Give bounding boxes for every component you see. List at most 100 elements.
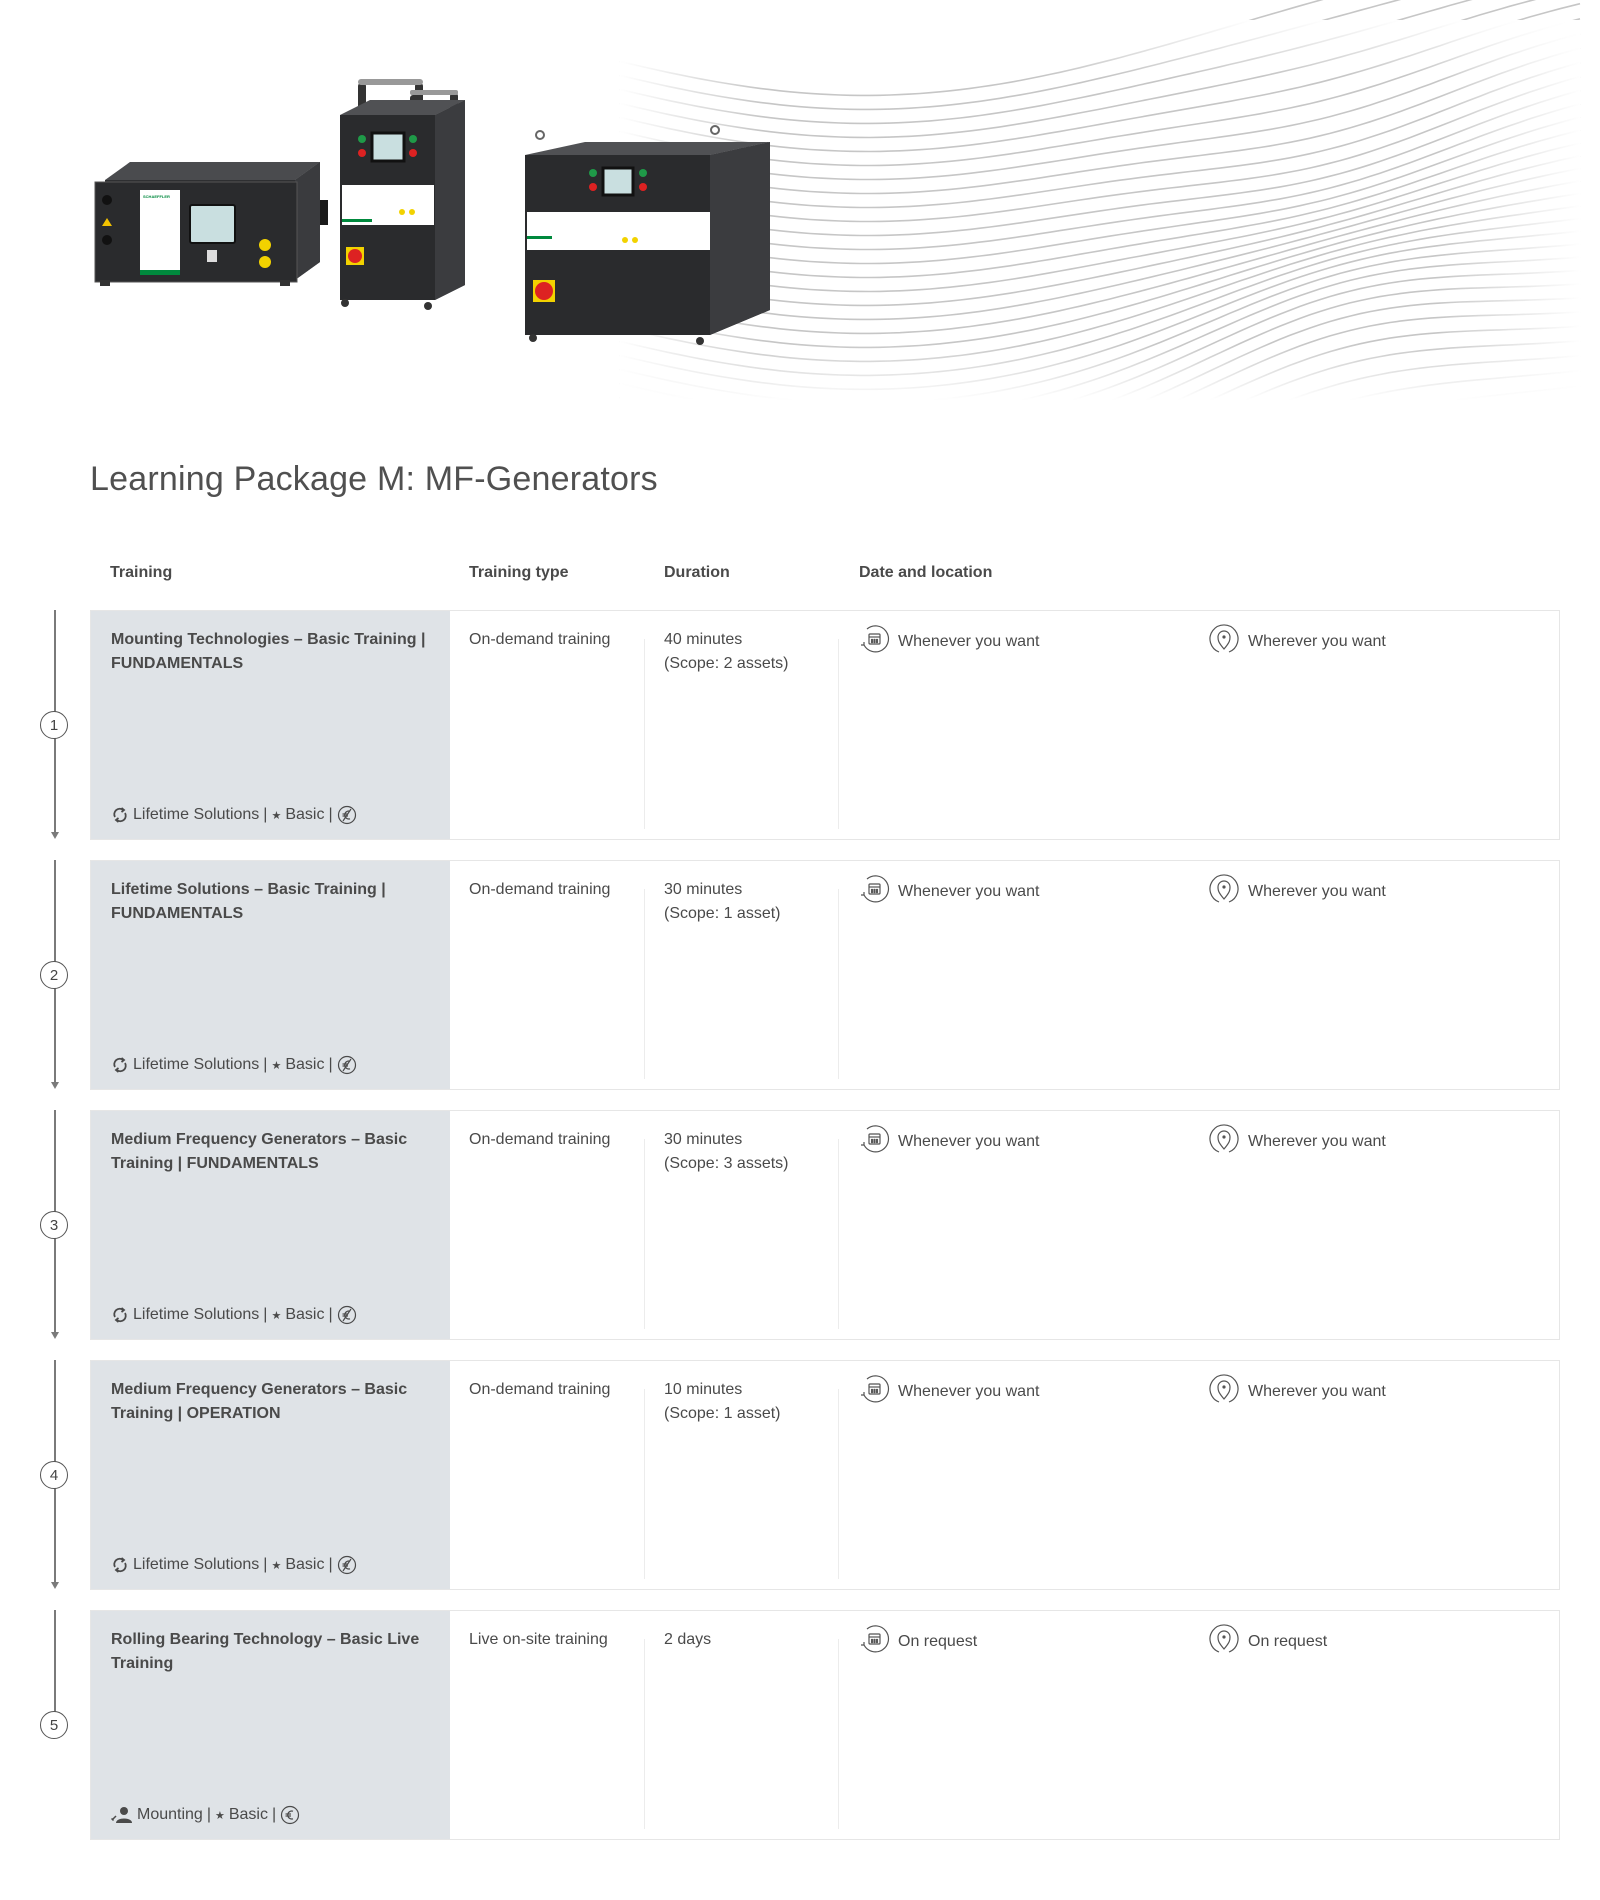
page-title: Learning Package M: MF-Generators: [90, 460, 658, 498]
column-divider: [644, 1389, 645, 1579]
date-info: Whenever you want: [858, 1123, 1039, 1160]
calendar-icon: [858, 1373, 890, 1410]
training-type: Live on-site training: [469, 1631, 608, 1648]
date-info: On request: [858, 1623, 977, 1660]
refresh-icon: [111, 1306, 129, 1324]
training-meta: Mounting | ★ Basic |: [110, 1805, 300, 1825]
duration-time: 40 minutes: [664, 631, 743, 648]
date-text: On request: [898, 1632, 978, 1650]
step-number: 5: [49, 1716, 59, 1734]
training-type: On-demand training: [469, 1381, 611, 1398]
training-type: On-demand training: [469, 1131, 611, 1148]
separator: |: [328, 1306, 333, 1323]
star-icon: ★: [271, 1309, 282, 1322]
date-text: Whenever you want: [898, 1382, 1040, 1400]
location-info: Wherever you want: [1208, 623, 1386, 660]
calendar-icon: [858, 1123, 890, 1160]
training-name[interactable]: Medium Frequency Generators – Basic Trai…: [111, 1378, 431, 1426]
step-number: 2: [49, 966, 59, 984]
date-text: Whenever you want: [898, 1132, 1040, 1150]
table-row[interactable]: Mounting Technologies – Basic Training |…: [90, 610, 1560, 840]
level-label: Basic: [285, 1556, 325, 1573]
training-name[interactable]: Rolling Bearing Technology – Basic Live …: [111, 1628, 431, 1676]
training-meta: Lifetime Solutions | ★ Basic |: [111, 1555, 357, 1575]
location-text: Wherever you want: [1248, 1132, 1386, 1150]
duration: 30 minutes (Scope: 3 assets): [664, 1128, 789, 1176]
generator-large: [525, 125, 770, 345]
star-icon: ★: [271, 1059, 282, 1072]
paid-euro-icon: [280, 1805, 300, 1825]
separator: |: [206, 1806, 211, 1823]
table-row[interactable]: Lifetime Solutions – Basic Training | FU…: [90, 860, 1560, 1090]
training-name[interactable]: Lifetime Solutions – Basic Training | FU…: [111, 878, 431, 926]
step-number-badge: 3: [40, 1211, 68, 1239]
training-type: On-demand training: [469, 631, 611, 648]
free-euro-icon: [337, 1055, 357, 1075]
training-name[interactable]: Mounting Technologies – Basic Training |…: [111, 628, 431, 676]
training-meta: Lifetime Solutions | ★ Basic |: [111, 1055, 357, 1075]
duration: 2 days: [664, 1628, 711, 1652]
calendar-icon: [858, 623, 890, 660]
free-euro-icon: [337, 805, 357, 825]
hero-image: SCHAEFFLER: [94, 0, 1581, 400]
location-pin-icon: [1208, 1623, 1240, 1660]
table-row[interactable]: Medium Frequency Generators – Basic Trai…: [90, 1360, 1560, 1590]
step-number-badge: 5: [40, 1711, 68, 1739]
free-euro-icon: [337, 1305, 357, 1325]
table-row[interactable]: Rolling Bearing Technology – Basic Live …: [90, 1610, 1560, 1840]
column-header-duration: Duration: [664, 564, 730, 581]
date-text: Whenever you want: [898, 632, 1040, 650]
location-pin-icon: [1208, 1373, 1240, 1410]
location-info: Wherever you want: [1208, 1123, 1386, 1160]
date-info: Whenever you want: [858, 873, 1039, 910]
step-number-badge: 2: [40, 961, 68, 989]
duration-scope: (Scope: 1 asset): [664, 1405, 781, 1422]
generator-medium: [340, 79, 465, 310]
duration: 30 minutes (Scope: 1 asset): [664, 878, 781, 926]
date-info: Whenever you want: [858, 623, 1039, 660]
column-divider: [644, 1639, 645, 1829]
duration-time: 30 minutes: [664, 1131, 743, 1148]
duration-scope: (Scope: 1 asset): [664, 905, 781, 922]
column-divider: [644, 639, 645, 829]
star-icon: ★: [271, 1559, 282, 1572]
location-pin-icon: [1208, 1123, 1240, 1160]
location-info: Wherever you want: [1208, 1373, 1386, 1410]
separator: |: [328, 806, 333, 823]
column-divider: [838, 1639, 839, 1829]
duration-time: 10 minutes: [664, 1381, 743, 1398]
level-label: Basic: [228, 1806, 268, 1823]
location-info: Wherever you want: [1208, 873, 1386, 910]
separator: |: [328, 1056, 333, 1073]
timeline-arrow-icon: [51, 1582, 59, 1589]
training-name[interactable]: Medium Frequency Generators – Basic Trai…: [111, 1128, 431, 1176]
location-pin-icon: [1208, 623, 1240, 660]
training-name-cell: Lifetime Solutions – Basic Training | FU…: [91, 861, 450, 1089]
level-label: Basic: [285, 806, 325, 823]
separator: |: [263, 1306, 268, 1323]
column-divider: [838, 889, 839, 1079]
column-divider: [644, 889, 645, 1079]
training-name-cell: Mounting Technologies – Basic Training |…: [91, 611, 450, 839]
star-icon: ★: [214, 1809, 225, 1822]
column-header-training-type: Training type: [469, 564, 569, 581]
duration-time: 2 days: [664, 1631, 712, 1648]
table-row[interactable]: Medium Frequency Generators – Basic Trai…: [90, 1110, 1560, 1340]
duration-time: 30 minutes: [664, 881, 743, 898]
category-label: Lifetime Solutions: [133, 1306, 260, 1323]
column-divider: [838, 1139, 839, 1329]
separator: |: [263, 1556, 268, 1573]
mechanic-person-icon: [110, 1806, 133, 1824]
category-label: Mounting: [137, 1806, 203, 1823]
star-icon: ★: [271, 809, 282, 822]
step-number: 1: [49, 716, 59, 734]
training-meta: Lifetime Solutions | ★ Basic |: [111, 805, 357, 825]
step-number: 3: [49, 1216, 59, 1234]
timeline-line: [54, 1610, 56, 1725]
category-label: Lifetime Solutions: [133, 1556, 260, 1573]
calendar-icon: [858, 1623, 890, 1660]
timeline-arrow-icon: [51, 832, 59, 839]
training-name-cell: Medium Frequency Generators – Basic Trai…: [91, 1111, 450, 1339]
date-info: Whenever you want: [858, 1373, 1039, 1410]
duration-scope: (Scope: 3 assets): [664, 1155, 789, 1172]
